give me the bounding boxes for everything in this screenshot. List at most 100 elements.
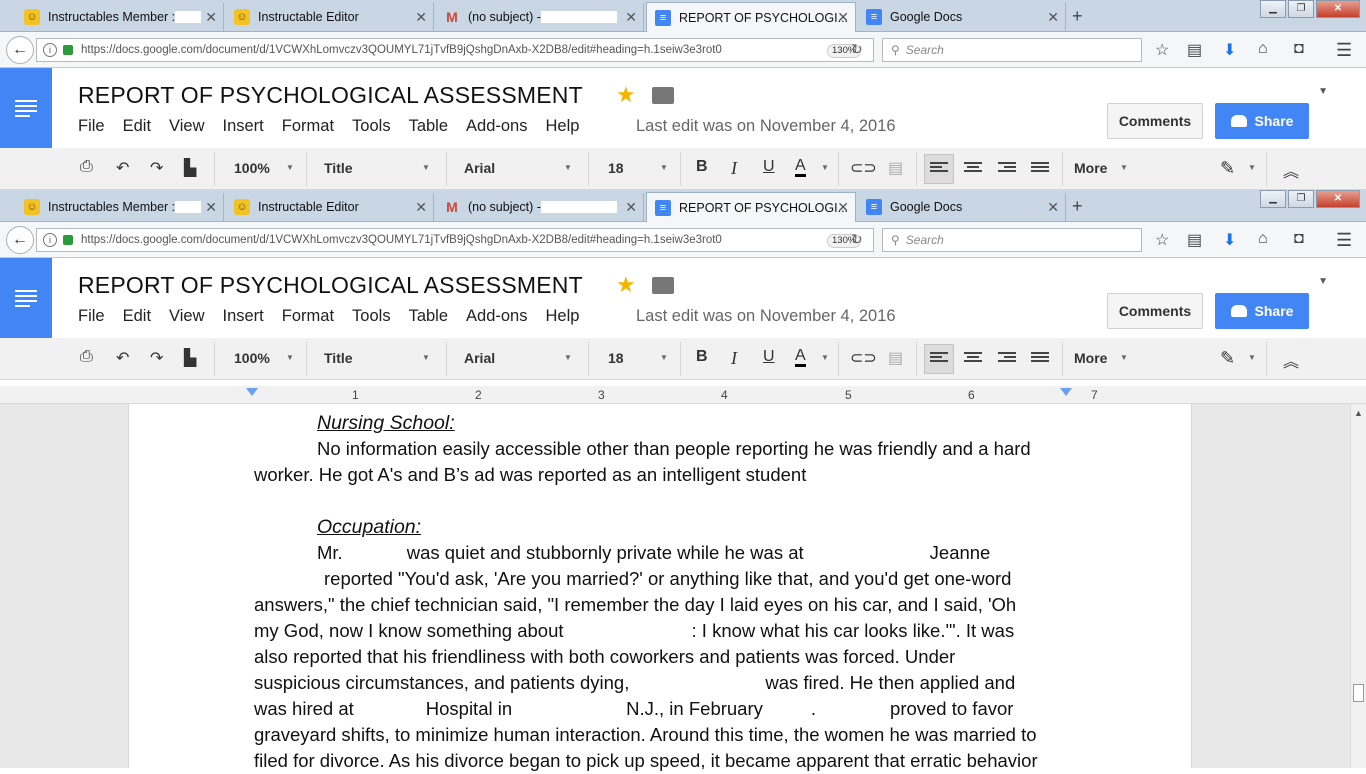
close-icon[interactable]: ✕ — [205, 9, 217, 26]
url-bar[interactable]: i https://docs.google.com/document/d/1VC… — [36, 38, 874, 62]
document-title[interactable]: REPORT OF PSYCHOLOGICAL ASSESSMENT — [78, 82, 583, 109]
tab-instructables-member[interactable]: ☺ Instructables Member : ✕ — [16, 3, 224, 31]
menu-file[interactable]: File — [78, 307, 105, 326]
close-icon[interactable]: ✕ — [837, 9, 849, 26]
close-icon[interactable]: ✕ — [415, 9, 427, 26]
pencil-icon[interactable]: ✎ — [1220, 158, 1235, 179]
menu-icon[interactable]: ☰ — [1336, 40, 1352, 61]
text-color-button[interactable]: A — [795, 348, 806, 367]
menu-edit[interactable]: Edit — [123, 117, 151, 136]
home-icon[interactable]: ⌂ — [1258, 230, 1268, 248]
menu-addons[interactable]: Add-ons — [466, 117, 527, 136]
close-icon[interactable]: ✕ — [1047, 9, 1059, 26]
scroll-thumb[interactable] — [1353, 684, 1364, 702]
comments-button[interactable]: Comments — [1107, 103, 1203, 139]
search-input[interactable]: ⚲ Search — [882, 38, 1142, 62]
tab-report[interactable]: ≡ REPORT OF PSYCHOLOGI... ✕ — [646, 2, 856, 32]
more-button[interactable]: More — [1074, 350, 1107, 366]
print-icon[interactable]: ⎙ — [80, 158, 93, 176]
close-icon[interactable]: ✕ — [625, 9, 637, 26]
document-title[interactable]: REPORT OF PSYCHOLOGICAL ASSESSMENT — [78, 272, 583, 299]
bold-button[interactable]: B — [696, 158, 708, 176]
menu-table[interactable]: Table — [409, 307, 448, 326]
menu-format[interactable]: Format — [282, 307, 334, 326]
close-window-button[interactable]: ✕ — [1316, 0, 1360, 18]
info-icon[interactable]: i — [43, 43, 57, 57]
docs-logo-icon[interactable] — [0, 68, 52, 148]
menu-view[interactable]: View — [169, 117, 204, 136]
text-color-button[interactable]: A — [795, 158, 806, 177]
menu-view[interactable]: View — [169, 307, 204, 326]
underline-button[interactable]: U — [763, 158, 775, 176]
search-input[interactable]: ⚲ Search — [882, 228, 1142, 252]
comments-button[interactable]: Comments — [1107, 293, 1203, 329]
menu-help[interactable]: Help — [546, 307, 580, 326]
tab-google-docs[interactable]: ≡ Google Docs ✕ — [858, 193, 1066, 221]
maximize-button[interactable]: ❐ — [1288, 0, 1314, 18]
last-edit-link[interactable]: Last edit was on November 4, 2016 — [636, 307, 896, 326]
comment-icon[interactable]: ▤ — [888, 158, 903, 178]
menu-format[interactable]: Format — [282, 117, 334, 136]
zoom-select[interactable]: 100% — [234, 160, 270, 176]
font-size-select[interactable]: 18 — [608, 160, 624, 176]
tab-instructables-member[interactable]: ☺ Instructables Member : ✕ — [16, 193, 224, 221]
document-body[interactable]: Nursing School: No information easily ac… — [254, 410, 1074, 774]
align-left-icon[interactable] — [930, 352, 948, 366]
print-icon[interactable]: ⎙ — [80, 348, 93, 366]
link-icon[interactable]: ⊂⊃ — [850, 348, 877, 368]
tab-google-docs[interactable]: ≡ Google Docs ✕ — [858, 3, 1066, 31]
close-icon[interactable]: ✕ — [837, 199, 849, 216]
font-select[interactable]: Arial — [464, 350, 495, 366]
tab-instructable-editor[interactable]: ☺ Instructable Editor ✕ — [226, 3, 434, 31]
menu-edit[interactable]: Edit — [123, 307, 151, 326]
pocket-icon[interactable]: ◘ — [1294, 230, 1304, 248]
close-icon[interactable]: ✕ — [205, 199, 217, 216]
menu-insert[interactable]: Insert — [223, 117, 264, 136]
scroll-up-icon[interactable]: ▲ — [1351, 408, 1366, 418]
bookmark-star-icon[interactable]: ☆ — [1155, 40, 1169, 60]
star-icon[interactable]: ★ — [616, 272, 636, 298]
download-icon[interactable]: ⬇ — [1223, 230, 1236, 250]
undo-icon[interactable]: ↶ — [116, 158, 129, 178]
align-center-icon[interactable] — [964, 352, 982, 366]
back-button[interactable]: ← — [6, 226, 34, 254]
collapse-icon[interactable]: ︽ — [1283, 348, 1299, 372]
tab-instructable-editor[interactable]: ☺ Instructable Editor ✕ — [226, 193, 434, 221]
menu-addons[interactable]: Add-ons — [466, 307, 527, 326]
chevron-down-icon[interactable]: ▼ — [1318, 276, 1328, 287]
share-button[interactable]: Share — [1215, 103, 1309, 139]
link-icon[interactable]: ⊂⊃ — [850, 158, 877, 178]
close-icon[interactable]: ✕ — [415, 199, 427, 216]
new-tab-icon[interactable]: + — [1072, 196, 1083, 217]
menu-tools[interactable]: Tools — [352, 307, 391, 326]
minimize-button[interactable]: ▁ — [1260, 0, 1286, 18]
style-select[interactable]: Title — [324, 160, 353, 176]
download-icon[interactable]: ⬇ — [1223, 40, 1236, 60]
folder-icon[interactable] — [652, 87, 674, 104]
font-select[interactable]: Arial — [464, 160, 495, 176]
docs-logo-icon[interactable] — [0, 258, 52, 338]
undo-icon[interactable]: ↶ — [116, 348, 129, 368]
pocket-icon[interactable]: ◘ — [1294, 40, 1304, 58]
menu-tools[interactable]: Tools — [352, 117, 391, 136]
comment-icon[interactable]: ▤ — [888, 348, 903, 368]
collapse-icon[interactable]: ︽ — [1283, 158, 1299, 182]
italic-button[interactable]: I — [731, 158, 737, 179]
style-select[interactable]: Title — [324, 350, 353, 366]
tab-gmail[interactable]: M (no subject) - ✕ — [436, 193, 644, 221]
italic-button[interactable]: I — [731, 348, 737, 369]
pencil-icon[interactable]: ✎ — [1220, 348, 1235, 369]
justify-icon[interactable] — [1031, 352, 1049, 366]
align-right-icon[interactable] — [998, 352, 1016, 366]
last-edit-link[interactable]: Last edit was on November 4, 2016 — [636, 117, 896, 136]
new-tab-icon[interactable]: + — [1072, 6, 1083, 27]
tab-report[interactable]: ≡ REPORT OF PSYCHOLOGI... ✕ — [646, 192, 856, 222]
document-page[interactable]: Nursing School: No information easily ac… — [128, 404, 1192, 771]
right-indent-marker[interactable] — [1060, 388, 1072, 396]
align-center-icon[interactable] — [964, 162, 982, 176]
redo-icon[interactable]: ↷ — [150, 158, 163, 178]
menu-icon[interactable]: ☰ — [1336, 230, 1352, 251]
back-button[interactable]: ← — [6, 36, 34, 64]
close-icon[interactable]: ✕ — [1047, 199, 1059, 216]
menu-help[interactable]: Help — [546, 117, 580, 136]
